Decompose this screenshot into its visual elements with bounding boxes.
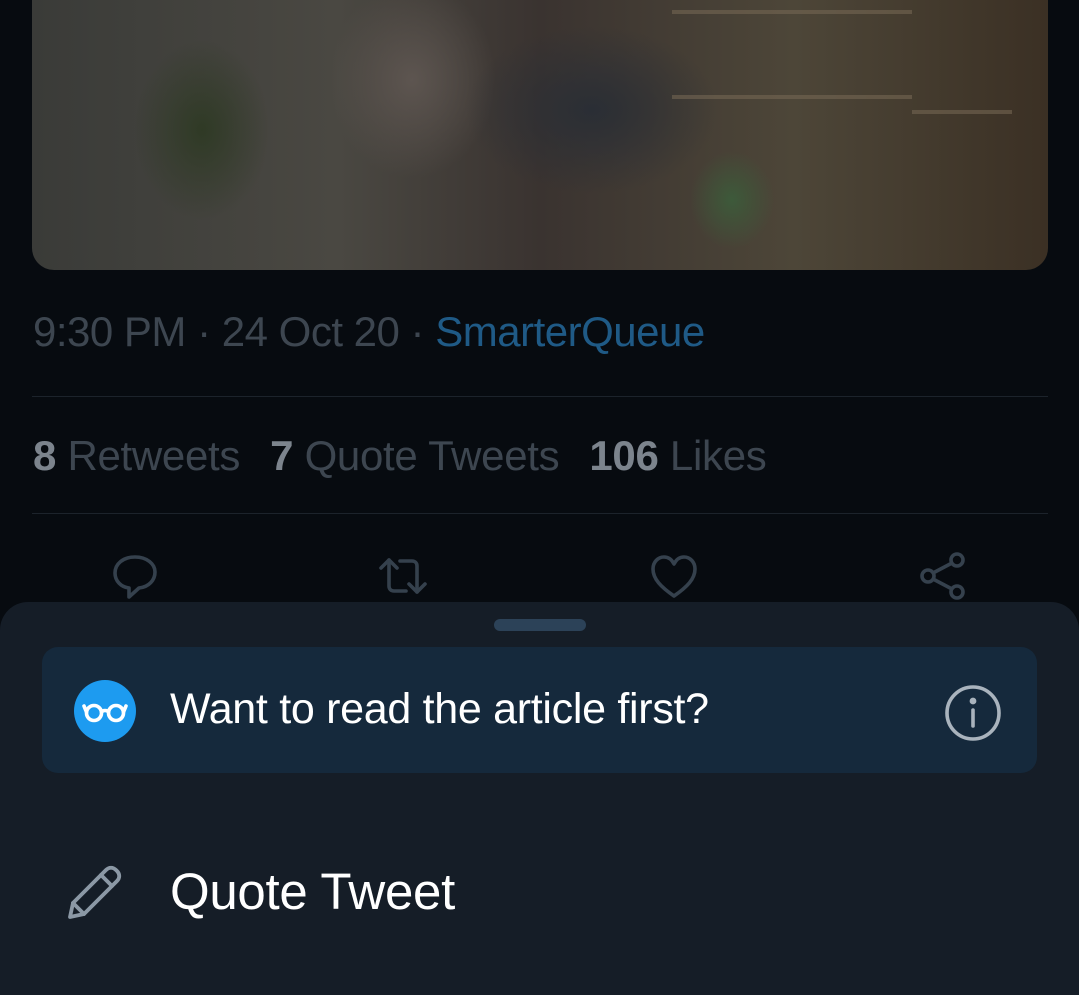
- sheet-drag-handle[interactable]: [494, 619, 586, 631]
- retweets-count: 8: [33, 432, 57, 479]
- read-article-prompt-text: Want to read the article first?: [170, 685, 709, 733]
- image-detail: [672, 10, 912, 14]
- reply-icon[interactable]: [110, 551, 160, 601]
- image-detail: [672, 95, 912, 99]
- retweet-bottom-sheet: Want to read the article first? Quote Tw…: [0, 602, 1079, 995]
- likes-label: Likes: [669, 432, 767, 479]
- likes-count: 106: [589, 432, 659, 479]
- like-icon[interactable]: [649, 551, 699, 601]
- read-article-prompt[interactable]: Want to read the article first?: [42, 647, 1037, 773]
- divider: [32, 513, 1048, 514]
- quote-tweet-label: Quote Tweet: [170, 863, 455, 920]
- quote-tweets-stat[interactable]: 7 Quote Tweets: [270, 432, 560, 479]
- share-icon[interactable]: [918, 551, 968, 601]
- info-icon[interactable]: [944, 684, 1002, 742]
- pencil-icon: [64, 861, 126, 923]
- separator: ·: [197, 308, 211, 355]
- retweets-label: Retweets: [67, 432, 241, 479]
- image-detail: [912, 110, 1012, 114]
- quote-tweets-count: 7: [270, 432, 294, 479]
- tweet-time: 9:30 PM: [33, 308, 186, 355]
- likes-stat[interactable]: 106 Likes: [589, 432, 766, 479]
- tweet-source-link[interactable]: SmarterQueue: [435, 308, 705, 355]
- divider: [32, 396, 1048, 397]
- retweets-stat[interactable]: 8 Retweets: [33, 432, 240, 479]
- tweet-stats: 8 Retweets 7 Quote Tweets 106 Likes: [33, 432, 767, 480]
- glasses-icon: [74, 680, 136, 742]
- separator: ·: [410, 308, 425, 355]
- tweet-detail-screen: 9:30 PM · 24 Oct 20 · SmarterQueue 8 Ret…: [0, 0, 1079, 995]
- quote-tweet-option[interactable]: Quote Tweet: [0, 832, 1079, 952]
- tweet-media-image[interactable]: [32, 0, 1048, 270]
- tweet-timestamp-line: 9:30 PM · 24 Oct 20 · SmarterQueue: [33, 308, 705, 356]
- retweet-icon[interactable]: [378, 551, 428, 601]
- quote-tweets-label: Quote Tweets: [304, 432, 560, 479]
- tweet-date: 24 Oct 20: [221, 308, 400, 355]
